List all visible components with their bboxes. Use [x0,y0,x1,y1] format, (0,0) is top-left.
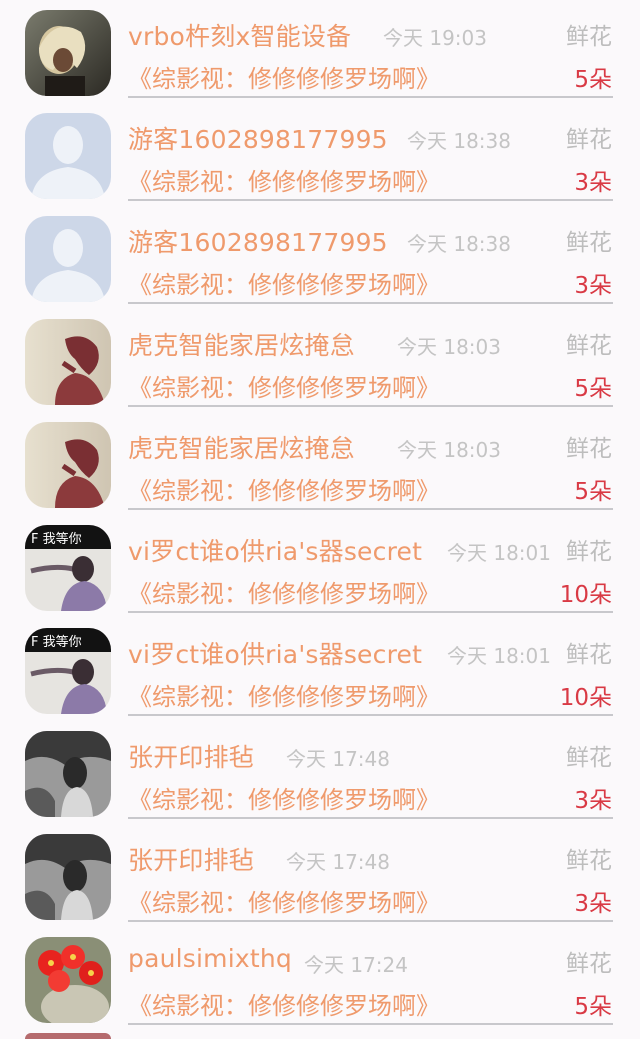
avatar[interactable] [25,834,111,920]
gift-type: 鲜花 [566,436,612,462]
gift-count: 5朵 [574,376,612,402]
row-divider [128,405,613,407]
list-item[interactable]: 虎克智能家居炫掩怠 今天 18:03 鲜花 《综影视：修修修修罗场啊》 5朵 [0,309,640,412]
user-name[interactable]: 张开印排毡 [128,738,254,774]
gift-count: 3朵 [574,891,612,917]
timestamp: 今天 18:38 [407,129,511,153]
timestamp: 今天 18:03 [397,438,501,462]
default-user-icon [25,113,111,199]
avatar[interactable]: F 我等你 [25,525,111,611]
gift-type: 鲜花 [566,127,612,153]
avatar[interactable] [25,10,111,96]
boy-waiting-photo-icon: F 我等你 [25,628,111,714]
gift-type: 鲜花 [566,848,612,874]
user-name[interactable]: 张开印排毡 [128,841,254,877]
row-divider [128,508,613,510]
user-name[interactable]: 虎克智能家居炫掩怠 [128,326,355,362]
girl-silhouette-photo-icon [25,319,111,405]
gift-count: 3朵 [574,273,612,299]
boy-waiting-photo-icon: F 我等你 [25,525,111,611]
gift-type: 鲜花 [566,539,612,565]
gift-count: 10朵 [559,582,612,608]
row-divider [128,302,613,304]
gift-type: 鲜花 [566,642,612,668]
avatar[interactable] [25,731,111,817]
timestamp: 今天 18:38 [407,232,511,256]
book-title[interactable]: 《综影视：修修修修罗场啊》 [128,677,440,712]
red-flowers-photo-icon [25,937,111,1023]
gift-count: 10朵 [559,685,612,711]
timestamp: 今天 18:01 [447,644,551,668]
timestamp: 今天 18:01 [447,541,551,565]
list-item[interactable]: vrbo杵刻x智能设备 今天 19:03 鲜花 《综影视：修修修修罗场啊》 5朵 [0,0,640,103]
user-name[interactable]: vi罗ct谁o供ria's器secret [128,532,422,568]
timestamp: 今天 18:03 [397,335,501,359]
row-divider [128,611,613,613]
gift-count: 3朵 [574,170,612,196]
book-title[interactable]: 《综影视：修修修修罗场啊》 [128,471,440,506]
gift-type: 鲜花 [566,745,612,771]
avatar[interactable] [25,937,111,1023]
svg-text:F 我等你: F 我等你 [31,634,82,650]
book-title[interactable]: 《综影视：修修修修罗场啊》 [128,986,440,1021]
book-title[interactable]: 《综影视：修修修修罗场啊》 [128,883,440,918]
book-title[interactable]: 《综影视：修修修修罗场啊》 [128,368,440,403]
row-divider [128,199,613,201]
avatar[interactable] [25,319,111,405]
book-title[interactable]: 《综影视：修修修修罗场啊》 [128,162,440,197]
user-name[interactable]: 虎克智能家居炫掩怠 [128,429,355,465]
avatar[interactable]: F 我等你 [25,628,111,714]
row-divider [128,817,613,819]
next-avatar-partial [25,1033,111,1039]
gift-type: 鲜花 [566,951,612,977]
list-item[interactable]: paulsimixthq 今天 17:24 鲜花 《综影视：修修修修罗场啊》 5… [0,927,640,1030]
list-item[interactable]: F 我等你 vi罗ct谁o供ria's器secret 今天 18:01 鲜花 《… [0,515,640,618]
girl-hair-photo-icon [25,10,111,96]
gift-record-list: vrbo杵刻x智能设备 今天 19:03 鲜花 《综影视：修修修修罗场啊》 5朵… [0,0,640,1039]
gift-type: 鲜花 [566,24,612,50]
book-title[interactable]: 《综影视：修修修修罗场啊》 [128,265,440,300]
gift-count: 5朵 [574,994,612,1020]
list-item[interactable]: 张开印排毡 今天 17:48 鲜花 《综影视：修修修修罗场啊》 3朵 [0,824,640,927]
list-item[interactable]: 张开印排毡 今天 17:48 鲜花 《综影视：修修修修罗场啊》 3朵 [0,721,640,824]
girl-silhouette-photo-icon [25,422,111,508]
user-name[interactable]: 游客1602898177995 [128,223,388,259]
svg-text:F 我等你: F 我等你 [31,531,82,547]
list-item[interactable]: 游客1602898177995 今天 18:38 鲜花 《综影视：修修修修罗场啊… [0,206,640,309]
row-divider [128,96,613,98]
gift-type: 鲜花 [566,333,612,359]
row-divider [128,714,613,716]
row-divider [128,920,613,922]
user-name[interactable]: paulsimixthq [128,944,292,973]
timestamp: 今天 19:03 [383,26,487,50]
book-title[interactable]: 《综影视：修修修修罗场啊》 [128,574,440,609]
timestamp: 今天 17:48 [286,747,390,771]
list-item[interactable]: 游客1602898177995 今天 18:38 鲜花 《综影视：修修修修罗场啊… [0,103,640,206]
timestamp: 今天 17:48 [286,850,390,874]
avatar[interactable] [25,113,111,199]
avatar[interactable] [25,422,111,508]
gift-count: 5朵 [574,479,612,505]
list-item[interactable]: F 我等你 vi罗ct谁o供ria's器secret 今天 18:01 鲜花 《… [0,618,640,721]
avatar[interactable] [25,216,111,302]
user-name[interactable]: 游客1602898177995 [128,120,388,156]
timestamp: 今天 17:24 [304,953,408,977]
row-divider [128,1023,613,1025]
gift-count: 3朵 [574,788,612,814]
book-title[interactable]: 《综影视：修修修修罗场啊》 [128,780,440,815]
bw-girl-photo-icon [25,834,111,920]
default-user-icon [25,216,111,302]
gift-count: 5朵 [574,67,612,93]
list-item[interactable]: 虎克智能家居炫掩怠 今天 18:03 鲜花 《综影视：修修修修罗场啊》 5朵 [0,412,640,515]
user-name[interactable]: vrbo杵刻x智能设备 [128,17,351,53]
user-name[interactable]: vi罗ct谁o供ria's器secret [128,635,422,671]
gift-type: 鲜花 [566,230,612,256]
bw-girl-photo-icon [25,731,111,817]
book-title[interactable]: 《综影视：修修修修罗场啊》 [128,59,440,94]
